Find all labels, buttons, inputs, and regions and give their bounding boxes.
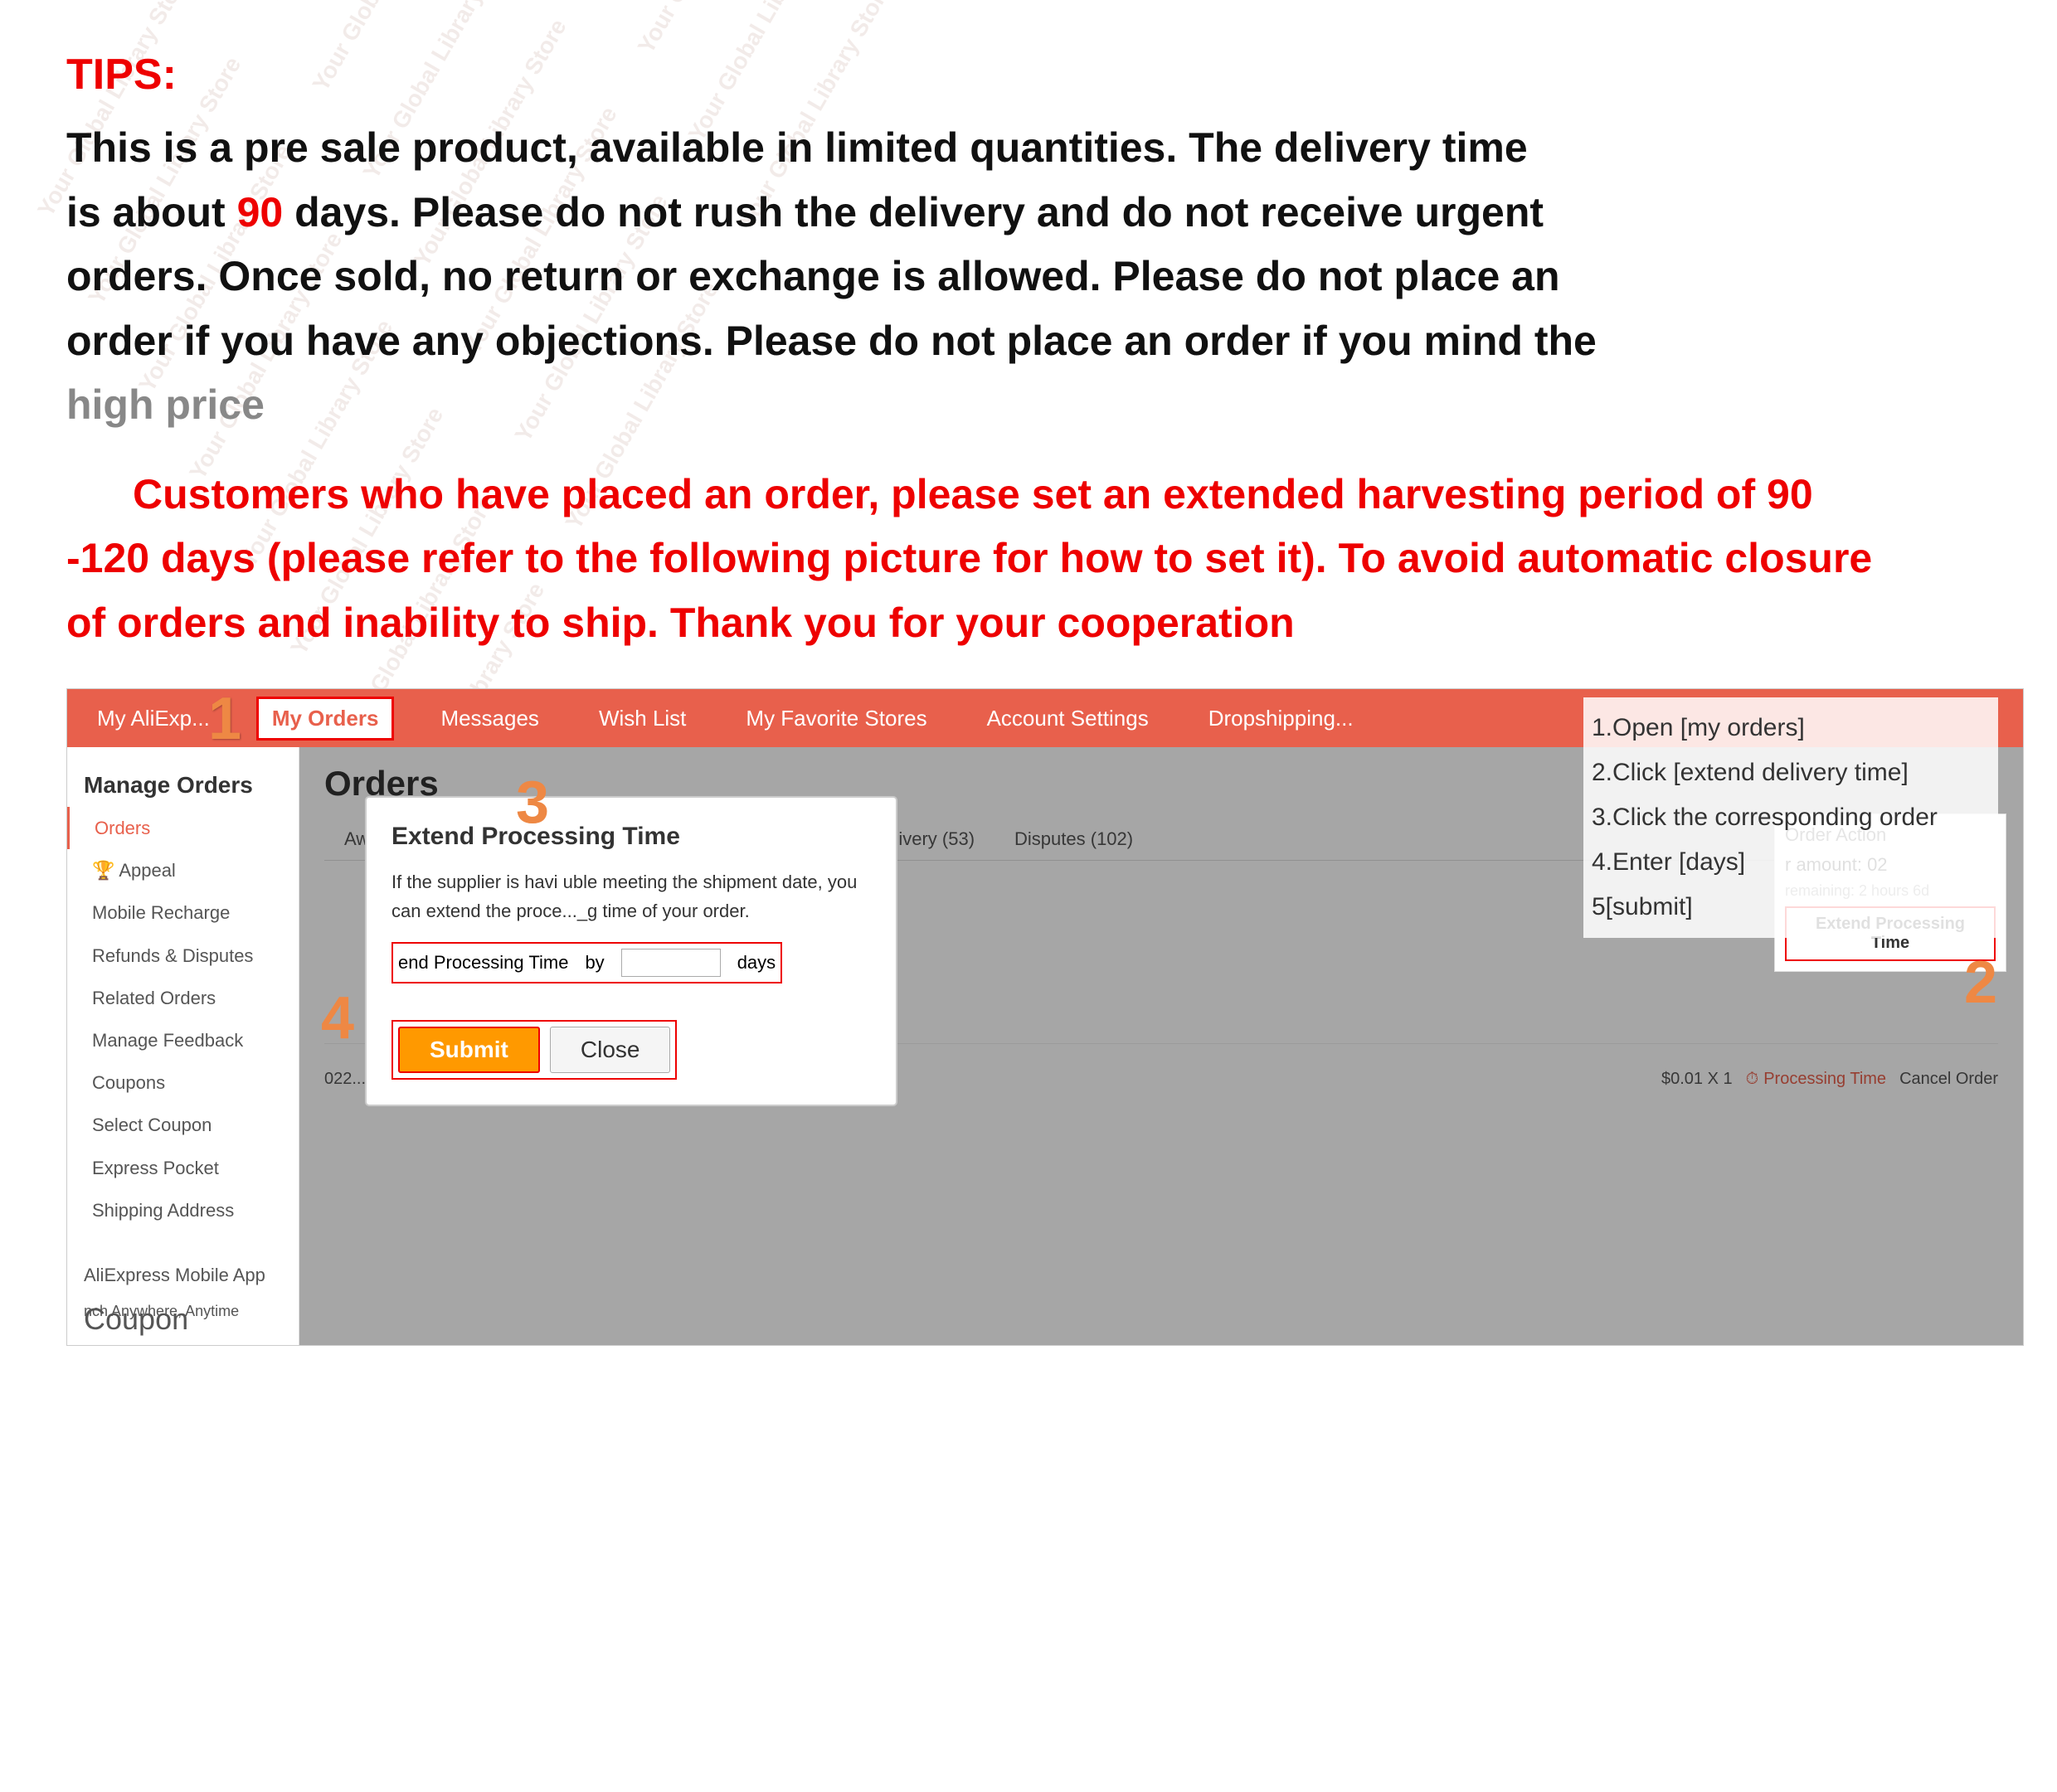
sidebar-refunds-label: Refunds & Disputes — [92, 945, 253, 966]
tips-line3: orders. Once sold, no return or exchange… — [66, 253, 1560, 299]
coupon-label: Coupon — [84, 1302, 188, 1337]
sidebar-mobilerecharge-label: Mobile Recharge — [92, 902, 230, 923]
instruction-step1: 1.Open [my orders] — [1592, 706, 1990, 750]
tips-line4: order if you have any objections. Please… — [66, 318, 1597, 364]
sidebar-title: Manage Orders — [67, 764, 299, 807]
topbar-item-myali[interactable]: My AliExp... — [84, 699, 223, 738]
sidebar-item-shippingaddress[interactable]: Shipping Address — [67, 1189, 299, 1231]
step2-badge: 2 — [1964, 953, 1997, 1013]
topbar-item-messages[interactable]: Messages — [427, 699, 552, 738]
sidebar-relatedorders-label: Related Orders — [92, 988, 216, 1008]
sidebar-selectcoupon-label: Select Coupon — [92, 1115, 212, 1135]
topbar-item-accountsettings[interactable]: Account Settings — [974, 699, 1162, 738]
modal-title: Extend Processing Time — [391, 823, 871, 851]
sidebar-shippingaddress-label: Shipping Address — [92, 1200, 234, 1221]
sidebar-item-expresspocket[interactable]: Express Pocket — [67, 1147, 299, 1189]
modal-end-processing-label: end Processing Time — [398, 952, 568, 974]
sidebar-item-selectcoupon[interactable]: Select Coupon — [67, 1104, 299, 1146]
topbar-item-dropshipping[interactable]: Dropshipping... — [1195, 699, 1367, 738]
modal-submit-button[interactable]: Submit — [398, 1027, 540, 1073]
tips-body: This is a pre sale product, available in… — [66, 116, 1891, 438]
sidebar-app-text: AliExpress Mobile App — [67, 1256, 299, 1294]
sidebar-item-refunds[interactable]: Refunds & Disputes — [67, 935, 299, 977]
sidebar: Manage Orders Orders 🏆 Appeal Mobile Rec… — [67, 747, 299, 1345]
tips-label: TIPS: — [66, 50, 2007, 100]
modal-box: 3 Extend Processing Time If the supplier… — [366, 797, 897, 1105]
sidebar-item-relatedorders[interactable]: Related Orders — [67, 977, 299, 1019]
appeal-icon: 🏆 — [92, 860, 114, 881]
tips-line5-gray: high price — [66, 381, 265, 428]
modal-days-label: days — [737, 952, 776, 974]
tips-line2-prefix: is about — [66, 189, 237, 236]
instruction-step5: 5[submit] — [1592, 885, 1990, 930]
instruction-step2: 2.Click [extend delivery time] — [1592, 750, 1990, 795]
tips-days: 90 — [237, 189, 284, 236]
modal-close-button[interactable]: Close — [550, 1027, 671, 1073]
tips-line2-suffix: days. Please do not rush the delivery an… — [283, 189, 1544, 236]
topbar-item-wishlist[interactable]: Wish List — [586, 699, 699, 738]
step4-badge: 4 — [321, 988, 354, 1048]
modal-body-line1b: uble meeting the shipment date, you — [563, 872, 858, 892]
sidebar-feedback-label: Manage Feedback — [92, 1030, 243, 1051]
sidebar-item-appeal[interactable]: 🏆 Appeal — [67, 849, 299, 891]
topbar-item-favoritestore[interactable]: My Favorite Stores — [732, 699, 940, 738]
topbar-item-myorders[interactable]: My Orders — [256, 697, 395, 741]
instruction-step3: 3.Click the corresponding order — [1592, 795, 1990, 840]
instructions-panel: 1.Open [my orders] 2.Click [extend deliv… — [1583, 697, 1998, 938]
sidebar-item-mobilerecharge[interactable]: Mobile Recharge — [67, 891, 299, 934]
sidebar-expresspocket-label: Express Pocket — [92, 1158, 219, 1178]
step1-badge: 1 — [208, 689, 241, 749]
sidebar-item-orders[interactable]: Orders — [67, 807, 299, 849]
sidebar-item-feedback[interactable]: Manage Feedback — [67, 1019, 299, 1061]
modal-body-text: If the supplier is havi uble meeting the… — [391, 867, 871, 925]
modal-by-label: by — [585, 952, 604, 974]
modal-input-row: end Processing Time by days — [391, 942, 782, 983]
red-notice: Customers who have placed an order, plea… — [66, 463, 1891, 656]
tips-line1: This is a pre sale product, available in… — [66, 124, 1528, 171]
sidebar-coupons-label: Coupons — [92, 1072, 165, 1093]
instruction-step4: 4.Enter [days] — [1592, 840, 1990, 885]
screenshot-area: 1.Open [my orders] 2.Click [extend deliv… — [66, 688, 2024, 1346]
sidebar-appeal-label: Appeal — [119, 860, 176, 881]
step3-badge: 3 — [516, 773, 549, 833]
sidebar-item-coupons[interactable]: Coupons — [67, 1061, 299, 1104]
modal-days-input[interactable] — [621, 949, 721, 977]
modal-body-line1a: If the supplier is havi — [391, 872, 558, 892]
sidebar-orders-label: Orders — [95, 818, 150, 838]
modal-body-line2: can extend the proce..._g time of your o… — [391, 901, 750, 921]
modal-buttons: Submit Close — [391, 1020, 677, 1080]
